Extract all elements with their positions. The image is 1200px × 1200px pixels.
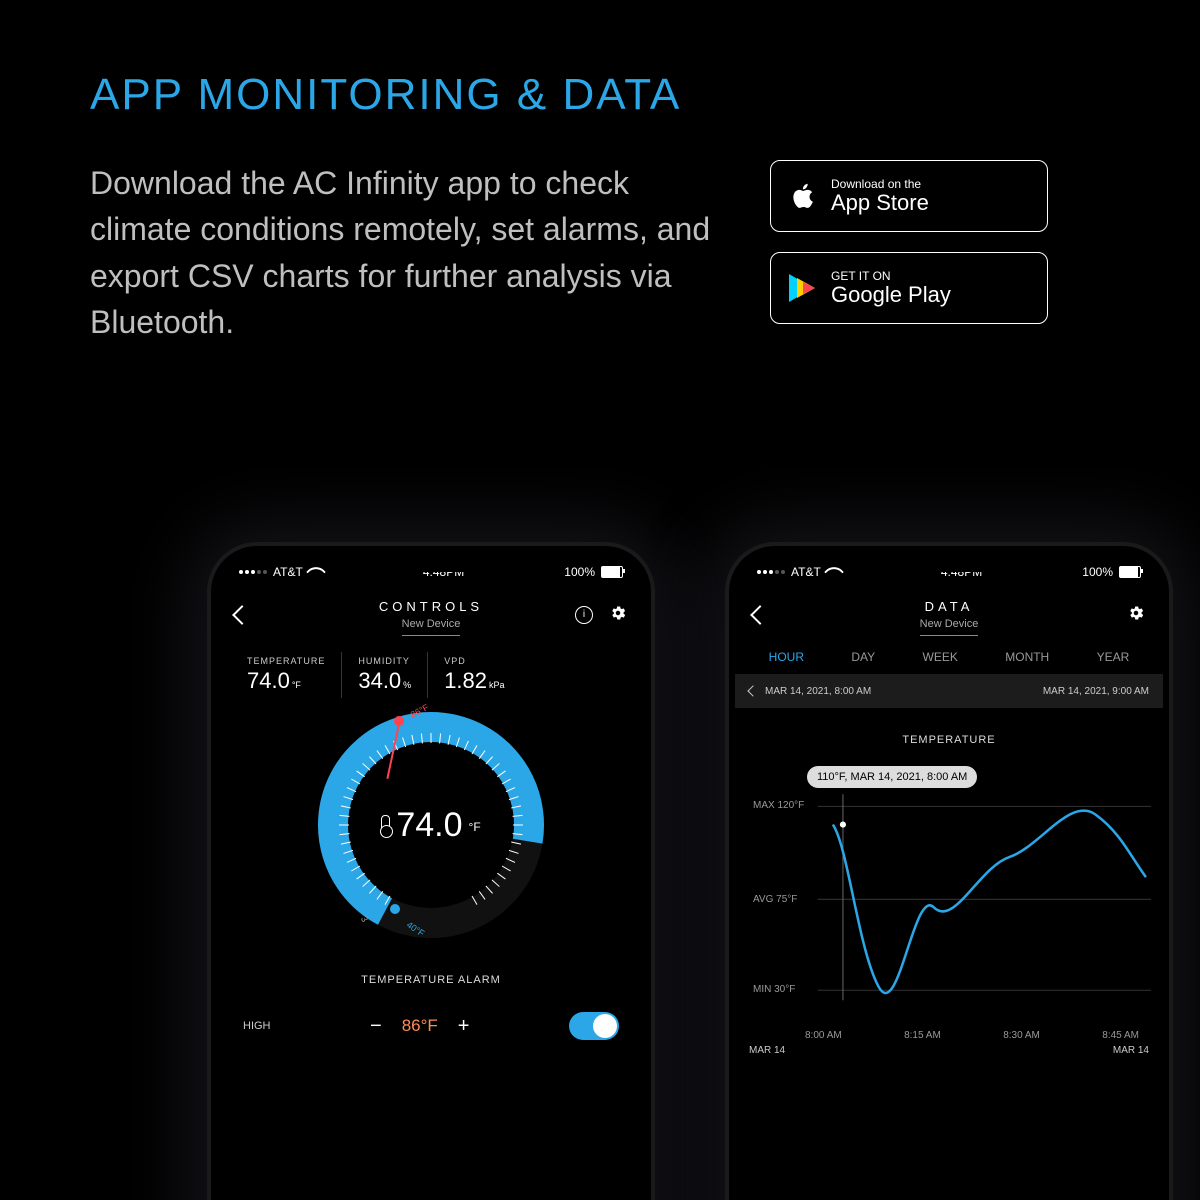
x-tick: 8:15 AM — [904, 1030, 941, 1041]
x-tick: 8:30 AM — [1003, 1030, 1040, 1041]
gauge-unit: °F — [469, 820, 481, 834]
battery-pct: 100% — [564, 565, 595, 579]
screen-subtitle: New Device — [920, 618, 979, 630]
google-play-icon — [789, 274, 817, 302]
humidity-value: 34.0 — [358, 668, 401, 693]
wifi-icon — [824, 562, 844, 582]
temperature-gauge[interactable]: // draw radial ticks once (function(){ v… — [316, 710, 546, 940]
plus-button[interactable]: + — [458, 1015, 470, 1038]
alarm-high-value: 86°F — [402, 1016, 438, 1036]
x-edge-left: MAR 14 — [749, 1045, 785, 1056]
readings-row: TEMPERATURE 74.0°F HUMIDITY 34.0% VPD 1.… — [217, 644, 645, 706]
description-text: Download the AC Infinity app to check cl… — [90, 160, 730, 346]
alarm-high-toggle[interactable] — [569, 1012, 619, 1040]
minus-button[interactable]: − — [370, 1015, 382, 1038]
range-start: MAR 14, 2021, 8:00 AM — [765, 686, 871, 697]
alarm-high-label: HIGH — [243, 1020, 271, 1032]
x-tick: 8:00 AM — [805, 1030, 842, 1041]
chart-title: TEMPERATURE — [735, 734, 1163, 746]
carrier-label: AT&T — [273, 565, 303, 579]
page-title: APP MONITORING & DATA — [90, 70, 1200, 120]
thermometer-icon — [381, 815, 390, 835]
apple-badge-small: Download on the — [831, 177, 929, 191]
screen-title: CONTROLS — [217, 599, 645, 614]
apple-badge-big: App Store — [831, 191, 929, 215]
vpd-value: 1.82 — [444, 668, 487, 693]
apple-icon — [789, 182, 817, 210]
google-play-badge[interactable]: GET IT ON Google Play — [770, 252, 1048, 324]
google-badge-small: GET IT ON — [831, 269, 951, 283]
tab-week[interactable]: WEEK — [923, 650, 958, 664]
alarm-section-title: TEMPERATURE ALARM — [217, 974, 645, 986]
humidity-label: HUMIDITY — [358, 656, 411, 666]
temperature-chart[interactable]: 110°F, MAR 14, 2021, 8:00 AM MAX 120°F A… — [747, 766, 1151, 1026]
temperature-value: 74.0 — [247, 668, 290, 693]
app-store-badge[interactable]: Download on the App Store — [770, 160, 1048, 232]
vpd-label: VPD — [444, 656, 504, 666]
signal-icon — [239, 570, 267, 574]
screen-title: DATA — [735, 599, 1163, 614]
date-range-bar[interactable]: MAR 14, 2021, 8:00 AM MAR 14, 2021, 9:00… — [735, 674, 1163, 708]
tab-year[interactable]: YEAR — [1097, 650, 1130, 664]
google-badge-big: Google Play — [831, 283, 951, 307]
alarm-high-stepper[interactable]: − 86°F + — [370, 1015, 469, 1038]
screen-subtitle: New Device — [402, 618, 461, 630]
tab-day[interactable]: DAY — [851, 650, 875, 664]
gauge-value: 74.0 — [396, 806, 462, 845]
wifi-icon — [306, 562, 326, 582]
signal-icon — [757, 570, 785, 574]
temperature-label: TEMPERATURE — [247, 656, 325, 666]
phone-data: AT&T 4:48PM 100% DATA New Device — [725, 542, 1173, 1200]
range-end: MAR 14, 2021, 9:00 AM — [1043, 686, 1149, 697]
x-edge-right: MAR 14 — [1113, 1045, 1149, 1056]
tab-hour[interactable]: HOUR — [769, 650, 804, 664]
battery-icon — [601, 566, 623, 578]
chevron-left-icon[interactable] — [747, 685, 758, 696]
phone-controls: AT&T 4:48PM 100% CONTROLS New Device — [207, 542, 655, 1200]
tab-month[interactable]: MONTH — [1005, 650, 1049, 664]
range-tabs: HOUR DAY WEEK MONTH YEAR — [735, 644, 1163, 674]
battery-icon — [1119, 566, 1141, 578]
x-tick: 8:45 AM — [1102, 1030, 1139, 1041]
